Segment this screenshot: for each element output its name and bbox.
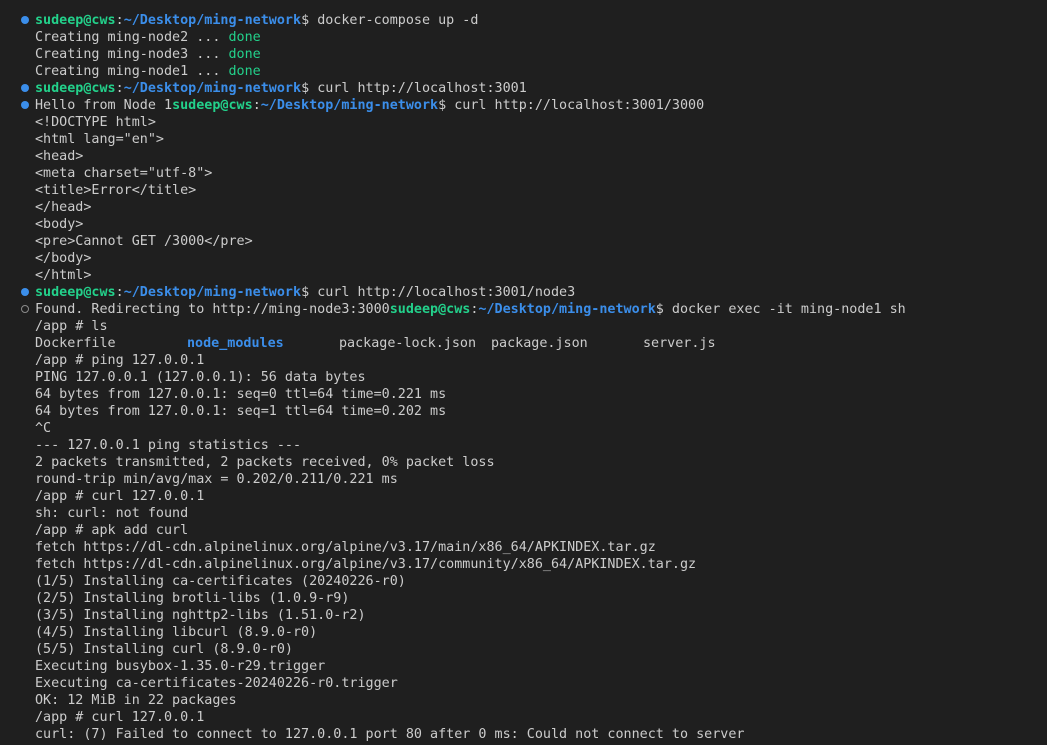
output-text: (1/5) Installing ca-certificates (202402…: [35, 574, 406, 589]
command-text: curl http://localhost:3001/3000: [454, 98, 705, 113]
file-entry: package.json: [491, 336, 588, 351]
prompt-path: ~/Desktop/ming-network: [123, 13, 302, 28]
prompt-path: ~/Desktop/ming-network: [123, 285, 302, 300]
output-text: round-trip min/avg/max = 0.202/0.211/0.2…: [35, 472, 398, 487]
output-text: fetch https://dl-cdn.alpinelinux.org/alp…: [35, 557, 697, 572]
ls-output-line: Dockerfile node_modules package-lock.jso…: [0, 335, 1047, 352]
command-running-decoration-icon[interactable]: [21, 305, 29, 313]
file-entry: Dockerfile: [35, 336, 116, 351]
output-text: <head>: [35, 149, 84, 164]
file-entry: package-lock.json: [339, 336, 477, 351]
output-text: /app # curl 127.0.0.1: [35, 710, 205, 725]
output-text: 64 bytes from 127.0.0.1: seq=0 ttl=64 ti…: [35, 387, 447, 402]
output-text: OK: 12 MiB in 22 packages: [35, 693, 237, 708]
status-done: done: [228, 30, 261, 45]
output-text: <title>Error</title>: [35, 183, 197, 198]
terminal-line: Creating ming-node2 ... done: [0, 29, 261, 46]
output-text: Creating ming-node1 ...: [35, 64, 229, 79]
prompt-user: sudeep@cws: [172, 98, 253, 113]
output-text: (2/5) Installing brotli-libs (1.0.9-r9): [35, 591, 350, 606]
command-success-decoration-icon[interactable]: [21, 101, 29, 109]
command-success-decoration-icon[interactable]: [21, 16, 29, 24]
output-text: /app # ls: [35, 319, 108, 334]
output-text: fetch https://dl-cdn.alpinelinux.org/alp…: [35, 540, 656, 555]
terminal-line: Creating ming-node3 ... done: [0, 46, 261, 63]
terminal-panel[interactable]: sudeep@cws:~/Desktop/ming-network$ docke…: [0, 0, 1047, 745]
output-text: Executing busybox-1.35.0-r29.trigger: [35, 659, 326, 674]
terminal-line: sudeep@cws:~/Desktop/ming-network$ docke…: [0, 12, 478, 29]
output-text: </html>: [35, 268, 92, 283]
output-text: <meta charset="utf-8">: [35, 166, 213, 181]
output-text: 2 packets transmitted, 2 packets receive…: [35, 455, 495, 470]
command-text: curl http://localhost:3001: [317, 81, 527, 96]
status-done: done: [228, 47, 261, 62]
output-text: <html lang="en">: [35, 132, 164, 147]
output-text: Executing ca-certificates-20240226-r0.tr…: [35, 676, 398, 691]
command-text: docker-compose up -d: [317, 13, 479, 28]
prompt-path: ~/Desktop/ming-network: [260, 98, 439, 113]
terminal-line: sudeep@cws:~/Desktop/ming-network$ curl …: [0, 80, 527, 97]
output-text: (4/5) Installing libcurl (8.9.0-r0): [35, 625, 318, 640]
prompt-user: sudeep@cws: [35, 13, 116, 28]
command-text: curl http://localhost:3001/node3: [317, 285, 576, 300]
output-text: PING 127.0.0.1 (127.0.0.1): 56 data byte…: [35, 370, 366, 385]
output-text: /app # apk add curl: [35, 523, 189, 538]
prompt-path: ~/Desktop/ming-network: [123, 81, 302, 96]
output-text: <!DOCTYPE html>: [35, 115, 156, 130]
output-text: --- 127.0.0.1 ping statistics ---: [35, 438, 302, 453]
output-text: /app # curl 127.0.0.1: [35, 489, 205, 504]
output-text: Found. Redirecting to http://ming-node3:…: [35, 302, 390, 317]
file-entry: server.js: [643, 336, 716, 351]
output-text: <pre>Cannot GET /3000</pre>: [35, 234, 253, 249]
prompt-path: ~/Desktop/ming-network: [478, 302, 656, 317]
command-success-decoration-icon[interactable]: [21, 84, 29, 92]
output-text: (3/5) Installing nghttp2-libs (1.51.0-r2…: [35, 608, 366, 623]
output-text: (5/5) Installing curl (8.9.0-r0): [35, 642, 293, 657]
terminal-line: sudeep@cws:~/Desktop/ming-network$ curl …: [0, 284, 575, 301]
output-text: /app # ping 127.0.0.1: [35, 353, 205, 368]
output-text: <body>: [35, 217, 84, 232]
command-text: docker exec -it ming-node1 sh: [671, 302, 906, 317]
command-success-decoration-icon[interactable]: [21, 288, 29, 296]
output-text: </body>: [35, 251, 92, 266]
output-text: Creating ming-node2 ...: [35, 30, 229, 45]
output-text: 64 bytes from 127.0.0.1: seq=1 ttl=64 ti…: [35, 404, 447, 419]
prompt-user: sudeep@cws: [35, 285, 116, 300]
prompt-user: sudeep@cws: [35, 81, 116, 96]
output-text: curl: (7) Failed to connect to 127.0.0.1…: [35, 727, 745, 742]
output-text: Hello from Node 1: [35, 98, 173, 113]
output-text: sh: curl: not found: [35, 506, 189, 521]
terminal-line: Hello from Node 1sudeep@cws:~/Desktop/mi…: [0, 97, 704, 114]
terminal-line: Creating ming-node1 ... done: [0, 63, 261, 80]
output-text: Creating ming-node3 ...: [35, 47, 229, 62]
output-text: ^C: [35, 421, 52, 436]
output-text: </head>: [35, 200, 92, 215]
terminal-line: Found. Redirecting to http://ming-node3:…: [0, 301, 906, 318]
status-done: done: [228, 64, 261, 79]
prompt-user: sudeep@cws: [389, 302, 471, 317]
directory-entry: node_modules: [187, 336, 284, 351]
